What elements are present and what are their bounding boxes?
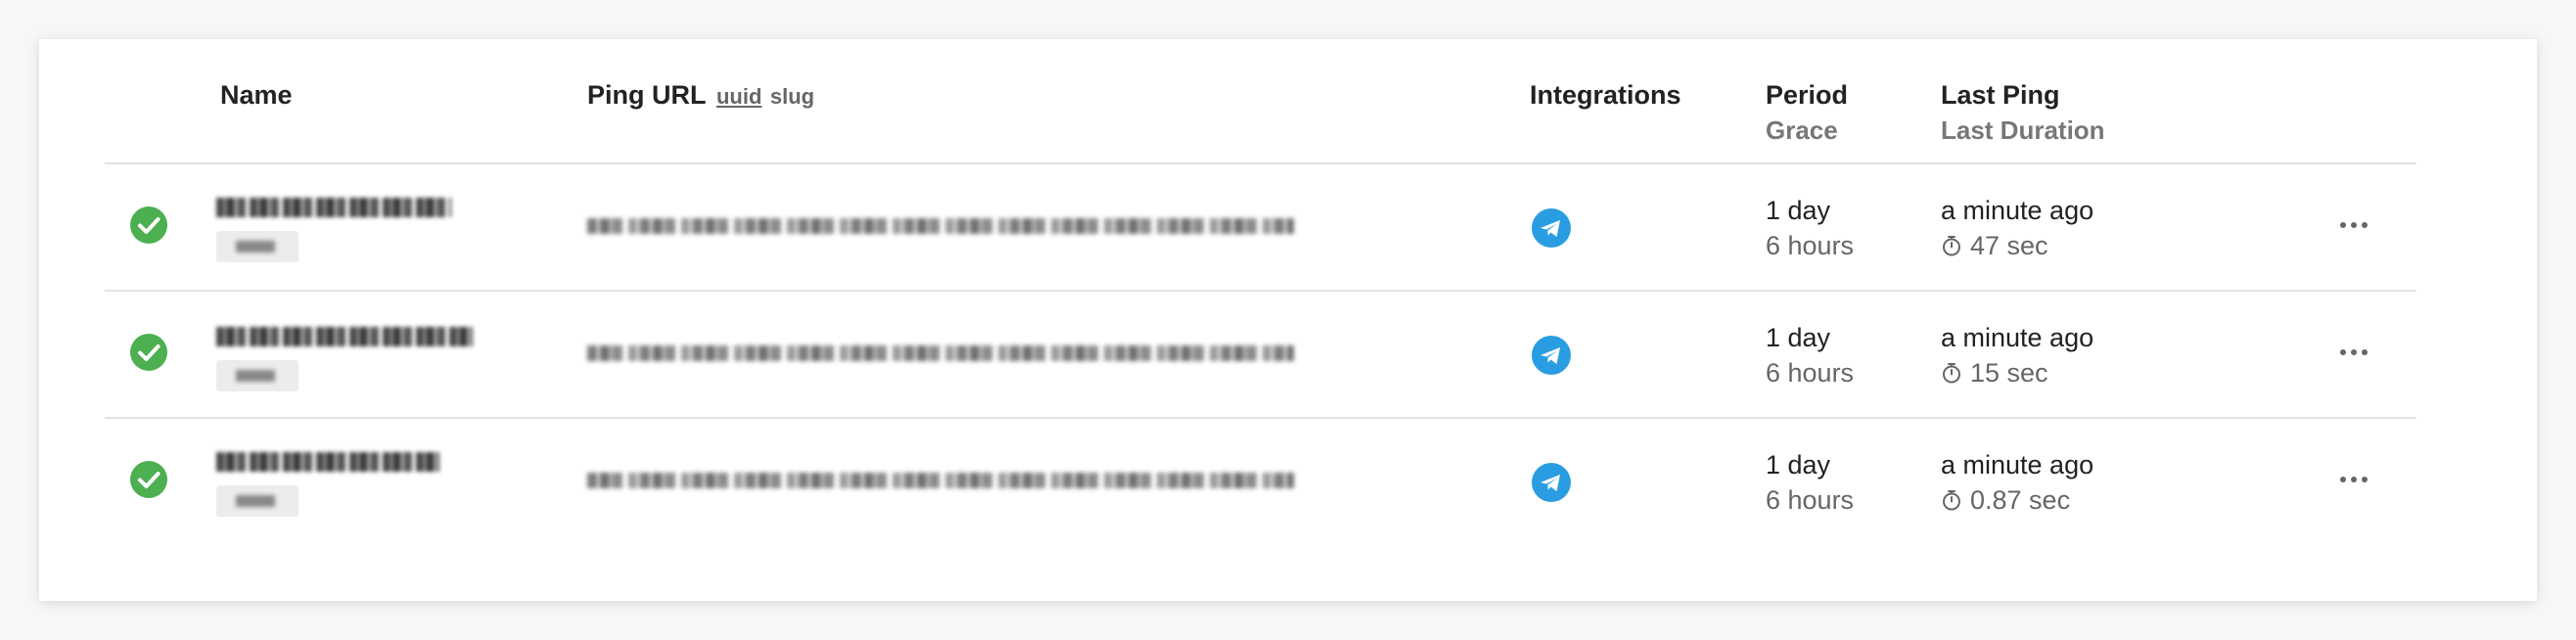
column-header-integrations: Integrations xyxy=(1530,80,1681,110)
last-ping-value: a minute ago xyxy=(1941,450,2094,480)
ping-url-redacted[interactable] xyxy=(587,218,1294,234)
more-options-button[interactable] xyxy=(2332,210,2375,240)
column-header-period[interactable]: Period xyxy=(1766,80,1848,111)
more-options-button[interactable] xyxy=(2332,465,2375,494)
telegram-icon[interactable] xyxy=(1532,463,1571,502)
check-tag-redacted[interactable] xyxy=(216,231,299,262)
last-duration: 47 sec xyxy=(1941,231,2048,261)
ping-url-mode-slug-link[interactable]: slug xyxy=(770,84,814,109)
status-up-icon xyxy=(130,461,167,498)
column-header-name[interactable]: Name xyxy=(220,80,293,111)
last-ping-value: a minute ago xyxy=(1941,323,2094,352)
last-ping-value: a minute ago xyxy=(1941,196,2094,225)
last-duration: 15 sec xyxy=(1941,358,2048,389)
ping-url-redacted[interactable] xyxy=(587,473,1294,488)
period-value: 1 day xyxy=(1766,323,1831,352)
ping-url-mode-uuid-link[interactable]: uuid xyxy=(716,84,761,109)
column-header-grace: Grace xyxy=(1766,115,1838,145)
stopwatch-icon xyxy=(1943,363,1960,384)
column-header-last-ping[interactable]: Last Ping xyxy=(1941,80,2060,111)
check-name-redacted[interactable] xyxy=(216,198,451,217)
period-value: 1 day xyxy=(1766,450,1831,480)
check-name-redacted[interactable] xyxy=(216,452,439,472)
check-tag-redacted[interactable] xyxy=(216,485,299,517)
column-header-ping-url-label: Ping URL xyxy=(587,80,707,110)
status-up-icon xyxy=(130,206,167,244)
checks-table: Name Ping URL uuid slug Integrations Per… xyxy=(39,39,2537,601)
last-duration: 0.87 sec xyxy=(1941,485,2070,516)
row-divider xyxy=(105,417,2416,419)
stopwatch-icon xyxy=(1943,490,1960,511)
column-header-last-duration: Last Duration xyxy=(1941,115,2105,145)
grace-value: 6 hours xyxy=(1766,358,1855,388)
last-duration-value: 0.87 sec xyxy=(1970,485,2071,515)
more-options-button[interactable] xyxy=(2332,338,2375,367)
status-up-icon xyxy=(130,334,167,371)
check-tag-redacted[interactable] xyxy=(216,360,299,391)
last-duration-value: 15 sec xyxy=(1970,358,2048,388)
grace-value: 6 hours xyxy=(1766,231,1855,260)
row-divider xyxy=(105,290,2416,292)
last-duration-value: 47 sec xyxy=(1970,231,2048,260)
header-divider xyxy=(105,162,2416,164)
telegram-icon[interactable] xyxy=(1532,208,1571,248)
stopwatch-icon xyxy=(1943,236,1960,256)
period-value: 1 day xyxy=(1766,196,1831,225)
ping-url-redacted[interactable] xyxy=(587,345,1294,361)
grace-value: 6 hours xyxy=(1766,485,1855,515)
telegram-icon[interactable] xyxy=(1532,336,1571,375)
column-header-ping-url: Ping URL uuid slug xyxy=(587,80,814,111)
check-name-redacted[interactable] xyxy=(216,327,473,346)
